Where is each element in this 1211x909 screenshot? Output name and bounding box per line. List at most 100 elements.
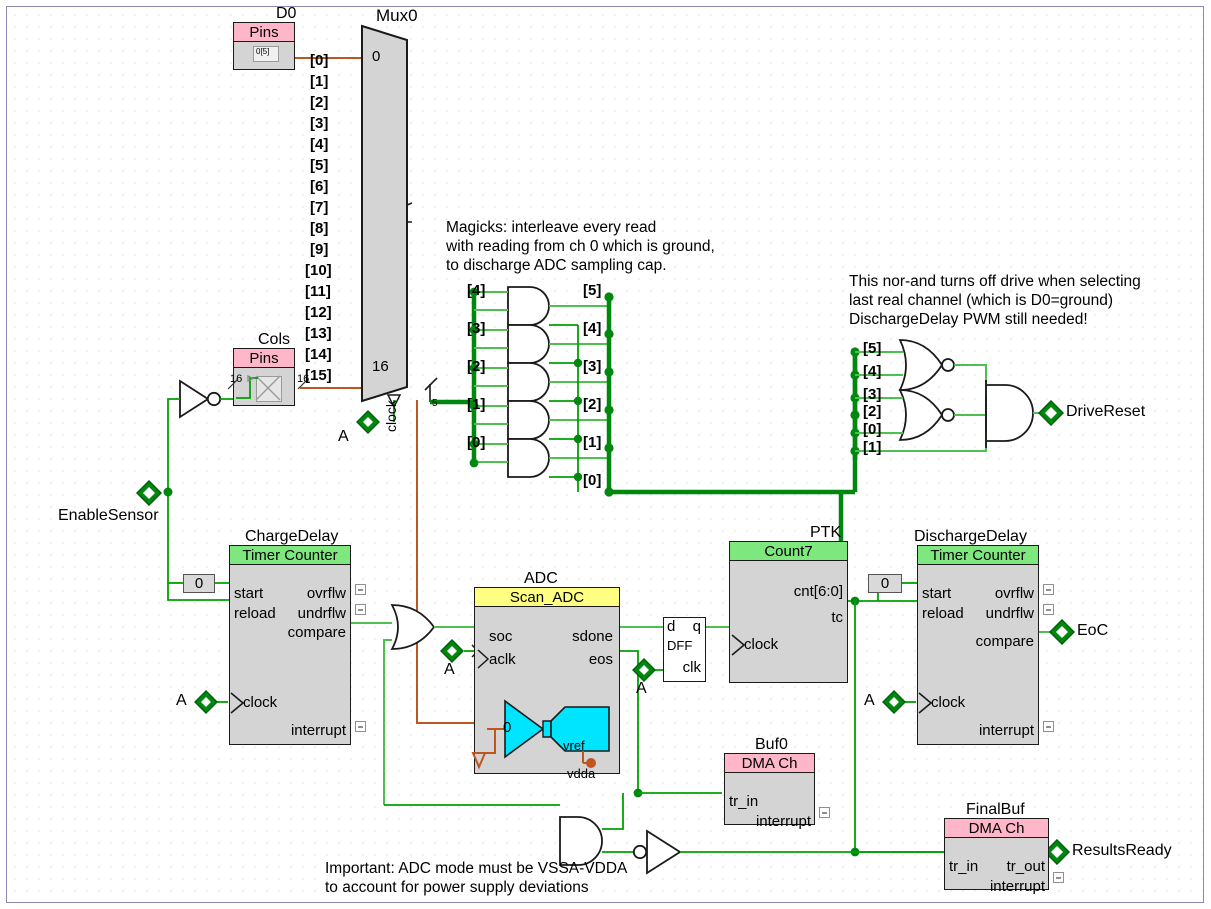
mux0-top-index: 0 <box>372 48 381 65</box>
chargedelay-pin-compare: compare <box>287 624 346 641</box>
chargedelay-ovrflw-term[interactable] <box>355 584 366 595</box>
dff-clk-terminal-label: A <box>636 680 647 697</box>
finalbuf-header: DMA Ch <box>945 819 1048 838</box>
results-ready-label: ResultsReady <box>1072 842 1172 859</box>
drive-reset-terminal[interactable] <box>1038 400 1064 426</box>
dischargedelay-header: Timer Counter <box>918 546 1038 565</box>
enable-sensor-terminal[interactable] <box>136 480 162 506</box>
mux0-clock-label: clock <box>383 400 399 432</box>
and-input-label-3: [3] <box>467 320 486 337</box>
dischargedelay-clock-terminal-label: A <box>864 692 875 709</box>
mux-input-label-14: [14] <box>305 346 332 363</box>
buf0-instance-label: Buf0 <box>755 736 788 753</box>
cols-pins-component[interactable]: Pins <box>233 348 295 406</box>
dff-clk-terminal-icon[interactable] <box>632 658 656 682</box>
mux-input-label-3: [3] <box>310 115 329 132</box>
ptk-component[interactable]: Count7 cnt[6:0] tc clock <box>729 541 848 683</box>
nor-input-label-5: [5] <box>863 340 882 357</box>
chargedelay-component[interactable]: Timer Counter start reload ovrflw undrfl… <box>229 545 351 745</box>
adc-pin-sdone: sdone <box>572 628 613 645</box>
finalbuf-body: tr_in tr_out interrupt <box>945 838 1048 895</box>
mux0-instance-label: Mux0 <box>376 6 418 25</box>
and-input-label-4: [4] <box>467 282 486 299</box>
dischargedelay-clock-terminal-icon[interactable] <box>882 690 906 714</box>
mux-input-label-13: [13] <box>305 325 332 342</box>
dff-pin-d: d <box>667 618 676 635</box>
buf0-interrupt-term[interactable] <box>819 807 830 818</box>
mux-input-label-15: [15] <box>305 367 332 384</box>
mux-input-label-9: [9] <box>310 241 329 258</box>
finalbuf-component[interactable]: DMA Ch tr_in tr_out interrupt <box>944 818 1049 895</box>
chargedelay-undrflw-term[interactable] <box>355 604 366 615</box>
and-input-label-2: [2] <box>467 358 486 375</box>
buf0-pin-tr-in: tr_in <box>729 793 759 810</box>
buf0-component[interactable]: DMA Ch tr_in interrupt <box>724 753 815 830</box>
dff-pin-q: q <box>692 618 701 635</box>
d0-header: Pins <box>234 23 294 42</box>
d0-pins-component[interactable]: Pins 0[5] <box>233 22 295 70</box>
dff-instance-label: DFF <box>667 638 693 653</box>
annotation-nor-and: This nor-and turns off drive when select… <box>849 273 1141 328</box>
adc-header: Scan_ADC <box>475 588 619 607</box>
finalbuf-pin-tr-out: tr_out <box>1006 858 1045 875</box>
buf0-body: tr_in interrupt <box>725 773 814 830</box>
dischargedelay-pin-undrflw: undrflw <box>985 605 1034 622</box>
chargedelay-interrupt-term[interactable] <box>355 721 366 732</box>
mux0-clock-terminal-icon[interactable] <box>356 410 380 434</box>
mux-input-label-10: [10] <box>305 262 332 279</box>
cols-instance-label: Cols <box>258 331 291 348</box>
chargedelay-pin-interrupt: interrupt <box>290 722 346 739</box>
dischargedelay-start-const[interactable]: 0 <box>868 574 902 593</box>
dischargedelay-ovrflw-term[interactable] <box>1043 584 1054 595</box>
annotation-important: Important: ADC mode must be VSSA-VDDA to… <box>325 860 628 896</box>
chargedelay-body: start reload ovrflw undrflw compare cloc… <box>230 565 350 744</box>
finalbuf-interrupt-term[interactable] <box>1053 872 1064 883</box>
mux0-clock-terminal-label: A <box>338 428 349 445</box>
and-input-label-0: [0] <box>467 434 486 451</box>
chargedelay-pin-ovrflw: ovrflw <box>306 585 346 602</box>
buf0-pin-interrupt: interrupt <box>755 813 811 830</box>
finalbuf-pin-tr-in: tr_in <box>949 858 979 875</box>
nor-input-label-3: [3] <box>863 386 882 403</box>
ptk-body: cnt[6:0] tc clock <box>730 561 847 682</box>
annotation-magicks: Magicks: interleave every read with read… <box>446 219 715 274</box>
chargedelay-clock-terminal-label: A <box>176 692 187 709</box>
adc-body: soc aclk sdone eos 0 vref vdda <box>471 607 619 781</box>
chargedelay-pin-undrflw: undrflw <box>297 605 346 622</box>
adc-aclk-terminal-label: A <box>444 661 455 678</box>
nor-input-label-2: [2] <box>863 403 882 420</box>
dischargedelay-pin-ovrflw: ovrflw <box>994 585 1034 602</box>
ptk-instance-label: PTK <box>810 524 842 541</box>
dischargedelay-pin-compare: compare <box>975 633 1034 650</box>
finalbuf-instance-label: FinalBuf <box>966 801 1025 818</box>
chargedelay-clock-terminal-icon[interactable] <box>194 690 218 714</box>
mux0-component[interactable] <box>355 24 435 403</box>
dischargedelay-component[interactable]: Timer Counter start reload ovrflw undrfl… <box>917 545 1039 745</box>
and-output-label-3: [3] <box>583 358 602 375</box>
dischargedelay-pin-interrupt: interrupt <box>978 722 1034 739</box>
dischargedelay-pin-reload: reload <box>922 605 964 622</box>
ptk-header: Count7 <box>730 542 847 561</box>
dff-component[interactable]: d q DFF clk <box>663 617 706 682</box>
mux-input-label-5: [5] <box>310 157 329 174</box>
adc-aclk-terminal-icon[interactable] <box>440 639 464 663</box>
d0-inner-pin-label: 0[5] <box>256 47 270 56</box>
adc-component[interactable]: Scan_ADC soc aclk sdone eos 0 vref vdda <box>471 587 620 781</box>
chargedelay-instance-label: ChargeDelay <box>245 528 339 545</box>
and-output-label-0: [0] <box>583 472 602 489</box>
dischargedelay-undrflw-term[interactable] <box>1043 604 1054 615</box>
chargedelay-pin-clock: clock <box>243 694 278 711</box>
dischargedelay-interrupt-term[interactable] <box>1043 721 1054 732</box>
and-output-label-4: [4] <box>583 320 602 337</box>
d0-instance-label: D0 <box>276 5 297 22</box>
adc-pin-eos: eos <box>588 651 613 668</box>
eoc-terminal[interactable] <box>1049 619 1075 645</box>
nor-input-label-1: [1] <box>863 439 882 456</box>
and-output-label-2: [2] <box>583 396 602 413</box>
schematic-canvas: .wo{stroke:#c0561f;stroke-width:2;fill:n… <box>0 0 1211 909</box>
cols-body <box>234 368 294 405</box>
chargedelay-start-const[interactable]: 0 <box>183 574 215 593</box>
d0-body: 0[5] <box>234 42 294 69</box>
adc-pin-aclk: aclk <box>489 651 516 668</box>
and-output-label-1: [1] <box>583 434 602 451</box>
